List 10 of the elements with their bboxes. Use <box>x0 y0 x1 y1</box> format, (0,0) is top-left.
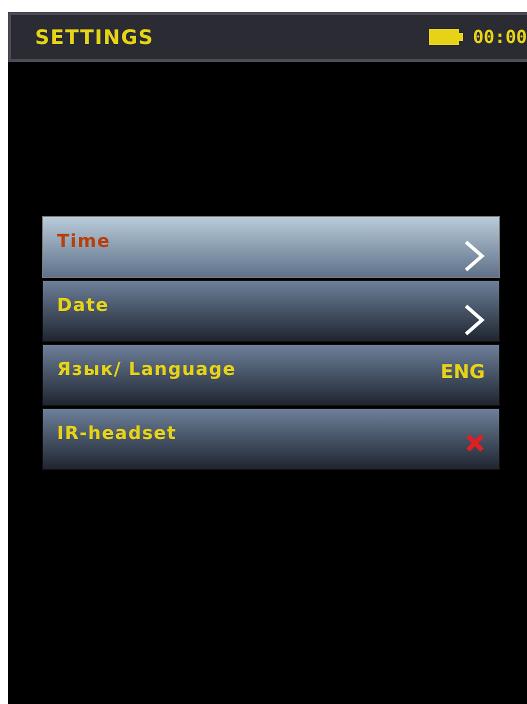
chevron-right-icon <box>463 239 485 273</box>
language-value: ENG <box>440 361 485 383</box>
chevron-right-icon <box>463 303 485 337</box>
settings-row[interactable]: IR-headset <box>42 408 500 470</box>
screen-title: SETTINGS <box>35 25 155 49</box>
clock-time: 00:00 <box>472 26 527 48</box>
settings-row[interactable]: Язык/ Language ENG <box>42 344 500 406</box>
cross-icon <box>465 433 485 453</box>
battery-icon <box>428 29 463 45</box>
settings-row[interactable]: Date <box>42 280 500 342</box>
